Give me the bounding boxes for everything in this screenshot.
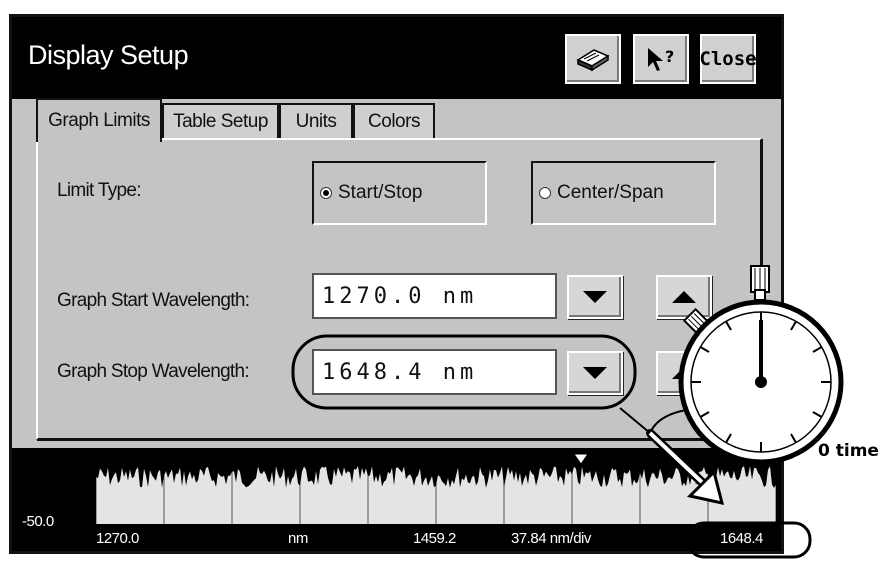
tab-colors[interactable]: Colors (353, 103, 435, 139)
stop-increase-button[interactable] (656, 351, 712, 395)
center-wavelength-label: 1459.2 (413, 530, 456, 547)
radio-unselected-icon (539, 187, 551, 199)
triangle-up-icon (672, 291, 696, 303)
tab-graph-limits[interactable]: Graph Limits (36, 98, 162, 142)
tab-units[interactable]: Units (279, 103, 353, 139)
svg-text:?: ? (665, 47, 674, 66)
center-span-option[interactable]: Center/Span (531, 161, 716, 225)
stop-wavelength-field[interactable]: 1648.4 nm (312, 349, 557, 395)
book-button[interactable] (565, 34, 621, 84)
limit-type-label: Limit Type: (57, 180, 142, 201)
tab-table-setup[interactable]: Table Setup (162, 103, 279, 139)
triangle-down-icon (583, 291, 607, 303)
start-stop-option[interactable]: Start/Stop (312, 161, 487, 225)
unit-label: nm (288, 530, 308, 547)
help-button[interactable]: ? (633, 34, 689, 84)
window-title: Display Setup (28, 40, 189, 70)
book-icon (576, 49, 610, 72)
triangle-up-icon (672, 367, 696, 379)
start-wavelength-field[interactable]: 1270.0 nm (312, 273, 557, 319)
stop-wavelength-label: Graph Stop Wavelength: (57, 361, 250, 382)
span-start-label: 1270.0 (96, 530, 139, 547)
start-stop-label: Start/Stop (338, 182, 423, 203)
start-increase-button[interactable] (656, 275, 712, 319)
scale-label: 37.84 nm/div (511, 530, 591, 547)
spectrum-trace (95, 452, 777, 524)
stop-decrease-button[interactable] (567, 351, 623, 395)
span-stop-label: 1648.4 (720, 530, 763, 547)
start-decrease-button[interactable] (567, 275, 623, 319)
close-button[interactable]: Close (699, 34, 757, 84)
start-wavelength-label: Graph Start Wavelength: (57, 290, 250, 311)
triangle-down-icon (583, 367, 607, 379)
center-span-label: Center/Span (557, 182, 664, 203)
reference-level: -50.0 (22, 513, 54, 530)
pointer-help-icon: ? (648, 47, 674, 71)
spectrum-plot (95, 452, 777, 524)
zero-time-label: 0 time (818, 441, 879, 461)
radio-selected-icon (320, 187, 332, 199)
